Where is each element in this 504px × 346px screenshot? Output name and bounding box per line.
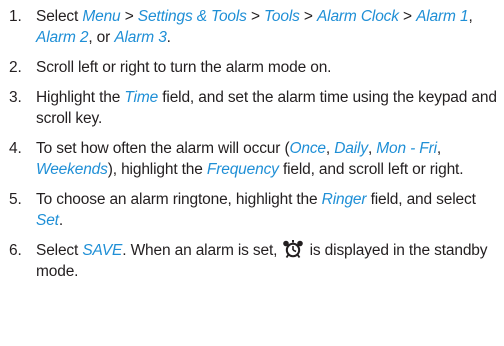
highlighted-term: Frequency xyxy=(206,161,279,178)
step-text-run: , xyxy=(325,140,335,157)
step-text-run: > xyxy=(120,8,138,25)
step-number: 3. xyxy=(9,89,22,106)
step-text-run: To set how often the alarm will occur ( xyxy=(36,140,290,157)
step-text-run: > xyxy=(299,8,317,25)
step-text-run: > xyxy=(246,8,265,25)
highlighted-term: Daily xyxy=(334,140,368,157)
step-text-run: > xyxy=(398,8,417,25)
step-text: Select SAVE. When an alarm is set, is di… xyxy=(36,240,488,280)
step-text-run: Scroll left or right to turn the alarm m… xyxy=(36,59,332,76)
highlighted-term: Mon - Fri xyxy=(376,140,437,157)
highlighted-term: Alarm 3 xyxy=(114,29,167,46)
step-text: Highlight the Time field, and set the al… xyxy=(36,89,497,127)
highlighted-term: Set xyxy=(36,212,59,229)
instruction-steps: 1. Select Menu > Settings & Tools > Tool… xyxy=(0,6,500,291)
step-text-run: . When an alarm is set, xyxy=(122,242,282,259)
step-5: 5. To choose an alarm ringtone, highligh… xyxy=(0,189,500,231)
step-1: 1. Select Menu > Settings & Tools > Tool… xyxy=(0,6,500,48)
step-number: 2. xyxy=(9,59,22,76)
highlighted-term: Settings & Tools xyxy=(137,8,247,25)
step-4: 4. To set how often the alarm will occur… xyxy=(0,138,500,180)
step-text-run: , xyxy=(468,8,473,25)
step-6: 6. Select SAVE. When an alarm is set, is… xyxy=(0,240,500,282)
highlighted-term: Weekends xyxy=(36,161,108,178)
step-text-run: , xyxy=(436,140,442,157)
step-number: 1. xyxy=(9,8,22,25)
highlighted-term: Time xyxy=(124,89,159,106)
step-text-run: . xyxy=(166,29,171,46)
highlighted-term: Menu xyxy=(82,8,121,25)
step-text-run: . xyxy=(58,212,63,229)
highlighted-term: Alarm Clock xyxy=(316,8,399,25)
highlighted-term: Once xyxy=(289,140,326,157)
highlighted-term: Tools xyxy=(264,8,300,25)
step-text-run: ), highlight the xyxy=(107,161,207,178)
step-2: 2. Scroll left or right to turn the alar… xyxy=(0,57,500,78)
step-text-run: Select xyxy=(36,242,83,259)
step-text: To set how often the alarm will occur (O… xyxy=(36,140,464,178)
step-number: 5. xyxy=(9,191,22,208)
alarm-clock-icon xyxy=(283,240,304,258)
step-text-run: field, and select xyxy=(366,191,476,208)
step-text: Select Menu > Settings & Tools > Tools >… xyxy=(36,8,473,46)
highlighted-term: Ringer xyxy=(321,191,367,208)
highlighted-term: SAVE xyxy=(82,242,123,259)
highlighted-term: Alarm 2 xyxy=(36,29,89,46)
highlighted-term: Alarm 1 xyxy=(416,8,469,25)
step-text: Scroll left or right to turn the alarm m… xyxy=(36,59,331,76)
step-text-run: Select xyxy=(36,8,83,25)
step-number: 4. xyxy=(9,140,22,157)
step-text-run: , or xyxy=(88,29,115,46)
step-text-run: Highlight the xyxy=(36,89,125,106)
step-3: 3. Highlight the Time field, and set the… xyxy=(0,87,500,129)
step-text-run: To choose an alarm ringtone, highlight t… xyxy=(36,191,322,208)
step-number: 6. xyxy=(9,242,22,259)
step-text-run: field, and scroll left or right. xyxy=(278,161,464,178)
step-text: To choose an alarm ringtone, highlight t… xyxy=(36,191,476,229)
